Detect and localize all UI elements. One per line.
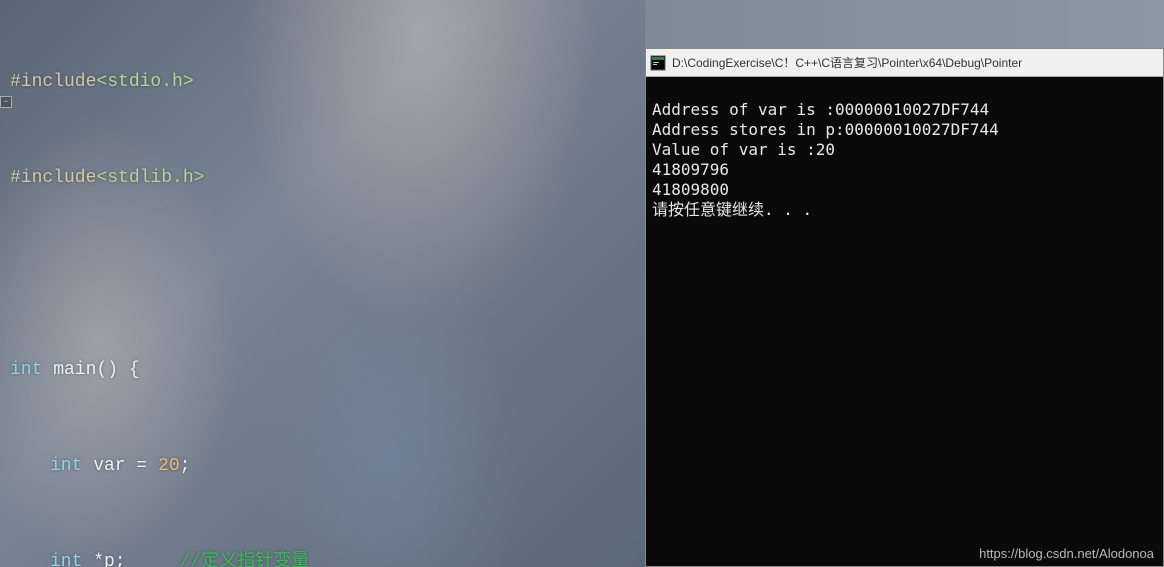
code-line: int main() { (2, 354, 645, 386)
console-icon (650, 55, 666, 71)
watermark-text: https://blog.csdn.net/Alodonoa (979, 546, 1154, 561)
code-text: *p; (82, 552, 179, 567)
console-titlebar[interactable]: D:\CodingExercise\C！C++\C语言复习\Pointer\x6… (646, 49, 1163, 77)
console-output[interactable]: Address of var is :00000010027DF744 Addr… (646, 77, 1163, 243)
console-line: 请按任意键继续. . . (652, 200, 812, 219)
code-text: var = (82, 456, 158, 476)
code-line: int *p; //定义指针变量 (2, 546, 645, 567)
console-title-text: D:\CodingExercise\C！C++\C语言复习\Pointer\x6… (672, 54, 1022, 71)
code-line: #include<stdio.h> (2, 66, 645, 98)
keyword: int (50, 456, 82, 476)
preprocessor: #include (10, 72, 96, 92)
keyword: int (10, 360, 42, 380)
preprocessor: #include (10, 168, 96, 188)
code-line: #include<stdlib.h> (2, 162, 645, 194)
code-content[interactable]: #include<stdio.h> #include<stdlib.h> int… (0, 0, 645, 567)
console-line: 41809796 (652, 160, 729, 179)
code-text: ; (180, 456, 191, 476)
console-line: Value of var is :20 (652, 140, 835, 159)
keyword: int (50, 552, 82, 567)
console-line: Address stores in p:00000010027DF744 (652, 120, 999, 139)
comment: //定义指针变量 (180, 552, 310, 567)
number-literal: 20 (158, 456, 180, 476)
editor-top-gap (645, 0, 1164, 48)
include-header: <stdlib.h> (96, 168, 204, 188)
console-line: Address of var is :00000010027DF744 (652, 100, 989, 119)
code-line-empty (2, 258, 645, 290)
code-line: int var = 20; (2, 450, 645, 482)
console-window[interactable]: D:\CodingExercise\C！C++\C语言复习\Pointer\x6… (645, 48, 1164, 567)
include-header: <stdio.h> (96, 72, 193, 92)
code-editor-pane[interactable]: − #include<stdio.h> #include<stdlib.h> i… (0, 0, 645, 567)
code-text: main() { (42, 360, 139, 380)
console-line: 41809800 (652, 180, 729, 199)
